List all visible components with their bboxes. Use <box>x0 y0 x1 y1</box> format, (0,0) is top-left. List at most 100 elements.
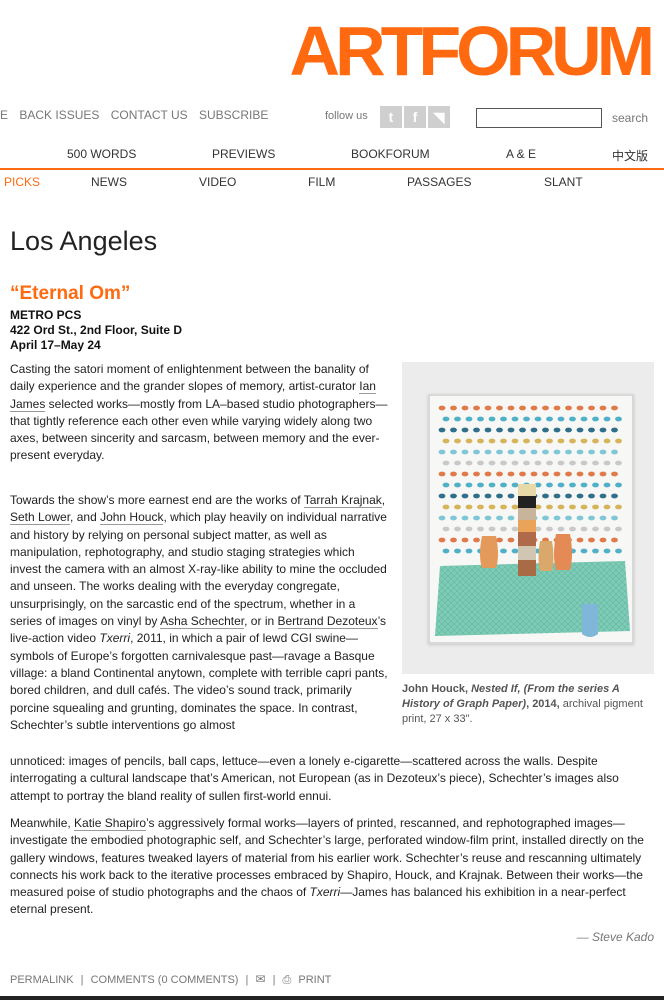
artwork-dot <box>454 438 461 444</box>
nav-passages[interactable]: PASSAGES <box>407 175 471 189</box>
top-nav-subscribe[interactable]: SUBSCRIBE <box>199 108 268 122</box>
artwork-dot <box>488 438 496 444</box>
artwork-dot <box>442 416 450 422</box>
search-input[interactable] <box>476 108 602 128</box>
artwork-dot <box>450 515 457 521</box>
nav-picks[interactable]: PICKS <box>4 175 40 189</box>
artwork-dot <box>542 427 549 433</box>
artwork-dot <box>592 438 599 444</box>
artwork-dot <box>461 471 469 477</box>
nav-video[interactable]: VIDEO <box>199 175 236 189</box>
top-nav-contact-us[interactable]: CONTACT US <box>111 108 188 122</box>
artwork-dot <box>588 427 595 433</box>
work-title: Txerri <box>99 631 131 646</box>
artwork-dot <box>603 460 611 466</box>
artwork-dot <box>507 427 515 433</box>
top-nav-item[interactable]: E <box>0 108 8 122</box>
artwork-dot <box>500 526 507 532</box>
artwork-dot <box>465 438 473 444</box>
artist-link[interactable]: Asha Schechter <box>160 614 245 630</box>
artwork-dot <box>450 449 457 455</box>
separator: | <box>272 974 276 986</box>
artwork-dot <box>465 482 473 488</box>
exhibition-dates: April 17–May 24 <box>10 338 101 352</box>
comments-link[interactable]: COMMENTS (0 COMMENTS) <box>91 974 239 986</box>
artwork-dot <box>611 449 618 455</box>
artwork-illustration <box>430 396 632 642</box>
paragraph-text: Meanwhile, <box>10 816 75 830</box>
artist-link[interactable]: Bertrand Dezoteux <box>277 614 378 630</box>
email-icon[interactable]: ✉ <box>255 972 265 986</box>
nav-500-words[interactable]: 500 WORDS <box>67 147 136 161</box>
artwork-dot <box>576 405 584 411</box>
paragraph-text: , 2011, in which a pair of lewd CGI swin… <box>10 631 388 732</box>
artwork-dot <box>542 493 549 499</box>
artwork-dot <box>488 416 496 422</box>
artwork-dot <box>580 438 588 444</box>
paragraph-2-continued: unnoticed: images of pencils, ball caps,… <box>10 754 619 803</box>
artwork-dot <box>507 405 515 411</box>
artwork-dot <box>553 449 561 455</box>
artwork-dot <box>473 537 480 543</box>
artwork-dot <box>546 416 553 422</box>
artwork-dot <box>484 515 492 521</box>
nav-film[interactable]: FILM <box>308 175 335 189</box>
permalink-link[interactable]: PERMALINK <box>10 974 74 986</box>
artist-link[interactable]: Katie Shapiro <box>74 816 147 831</box>
artist-link[interactable]: Seth Lower <box>10 510 71 526</box>
artwork-dot <box>465 416 473 422</box>
artwork-dot <box>488 482 496 488</box>
artwork-dot <box>450 537 457 543</box>
artwork-dot <box>500 460 507 466</box>
artwork-dot <box>569 482 576 488</box>
page-bottom-bar <box>0 996 664 1000</box>
artwork-dot <box>599 405 607 411</box>
artwork-dot <box>450 493 457 499</box>
artwork-dot <box>611 493 618 499</box>
artwork-dot <box>546 504 553 510</box>
artwork-dot <box>569 416 576 422</box>
artwork-dot <box>519 405 526 411</box>
print-link[interactable]: PRINT <box>298 974 331 986</box>
top-nav-back-issues[interactable]: BACK ISSUES <box>19 108 99 122</box>
nav-previews[interactable]: PREVIEWS <box>212 147 275 161</box>
artwork-dot <box>438 449 446 455</box>
search-button[interactable]: search <box>612 111 648 125</box>
nav-slant[interactable]: SLANT <box>544 175 583 189</box>
print-icon[interactable]: ⎙ <box>282 974 291 986</box>
nav-chinese[interactable]: 中文版 <box>612 147 648 164</box>
artwork-dot <box>500 548 507 554</box>
artwork-dot <box>511 548 519 554</box>
artwork-dot <box>588 537 595 543</box>
artwork-dot <box>484 427 492 433</box>
artist-link[interactable]: John Houck <box>100 510 164 526</box>
paragraph-text: , which play heavily on individual narra… <box>10 510 387 629</box>
city-heading: Los Angeles <box>10 226 158 256</box>
rss-icon[interactable]: ◥ <box>428 106 450 128</box>
artwork-dot <box>465 460 473 466</box>
artwork-dot <box>519 471 526 477</box>
artwork-dot <box>507 449 515 455</box>
nav-news[interactable]: NEWS <box>91 175 127 189</box>
facebook-icon[interactable]: f <box>404 106 426 128</box>
artwork-dot <box>477 438 484 444</box>
top-nav: E BACK ISSUES CONTACT US SUBSCRIBE <box>0 108 276 122</box>
artwork-dot <box>438 493 446 499</box>
artwork-dot <box>611 471 618 477</box>
artwork-dot <box>450 427 457 433</box>
nav-bookforum[interactable]: BOOKFORUM <box>351 147 430 161</box>
artwork-dot <box>592 416 599 422</box>
paragraph-text: , <box>381 493 386 507</box>
artwork-dot <box>523 438 530 444</box>
artist-link[interactable]: Tarrah Krajnak <box>303 493 382 508</box>
artwork-dot <box>465 548 473 554</box>
artwork-dot <box>565 471 572 477</box>
artwork-dot <box>557 504 565 510</box>
nav-a-and-e[interactable]: A & E <box>506 147 536 161</box>
artwork-image[interactable] <box>402 362 654 674</box>
artwork-dot <box>542 449 549 455</box>
artwork-dot <box>511 416 519 422</box>
twitter-icon[interactable]: t <box>380 106 402 128</box>
artforum-logo[interactable]: ARTFORUM <box>290 16 655 86</box>
artwork-dot <box>461 493 469 499</box>
